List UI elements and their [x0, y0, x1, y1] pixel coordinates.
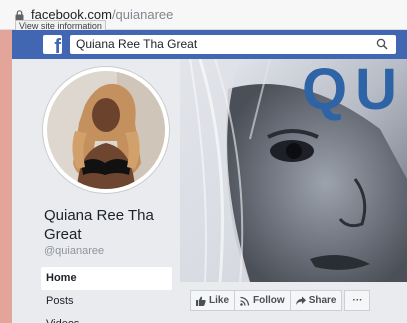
search-input[interactable]: Quiana Ree Tha Great	[70, 35, 396, 54]
cover-text: QUI	[302, 59, 407, 122]
left-column: Quiana Ree Tha Great @quianaree Home Pos…	[12, 59, 180, 323]
rss-icon	[240, 296, 250, 306]
nav-item-videos[interactable]: Videos	[41, 313, 172, 323]
share-button[interactable]: Share	[289, 290, 343, 311]
page-content: Quiana Ree Tha Great @quianaree Home Pos…	[12, 59, 407, 323]
share-button-label: Share	[308, 295, 337, 306]
url-path: /quianaree	[111, 7, 174, 22]
nav-item-home[interactable]: Home	[41, 267, 172, 290]
like-button[interactable]: Like	[190, 290, 236, 311]
like-button-label: Like	[209, 295, 230, 306]
cover-photo[interactable]: QUI	[180, 59, 407, 282]
more-options-button[interactable]: ···	[344, 290, 371, 311]
follow-button-label: Follow	[253, 295, 285, 306]
facebook-logo-icon[interactable]: f	[43, 35, 62, 54]
facebook-top-bar: f Quiana Ree Tha Great	[12, 30, 407, 59]
page-username[interactable]: @quianaree	[44, 245, 104, 257]
search-input-value: Quiana Ree Tha Great	[76, 37, 198, 51]
search-icon[interactable]	[376, 38, 388, 50]
page-nav: Home Posts Videos	[41, 267, 172, 323]
page-action-bar: Like Follow Share ···	[190, 290, 371, 311]
nav-item-posts[interactable]: Posts	[41, 290, 172, 313]
share-arrow-icon	[295, 296, 306, 305]
thumbs-up-icon	[196, 296, 206, 306]
avatar-image	[47, 71, 165, 189]
follow-button[interactable]: Follow	[234, 290, 291, 311]
cover-image: QUI	[180, 59, 407, 282]
more-dots-icon: ···	[352, 295, 363, 306]
page-title: Quiana Ree Tha Great	[44, 207, 154, 243]
profile-avatar[interactable]	[43, 67, 169, 193]
browser-address-bar: facebook.com/quianaree View site informa…	[0, 0, 407, 33]
